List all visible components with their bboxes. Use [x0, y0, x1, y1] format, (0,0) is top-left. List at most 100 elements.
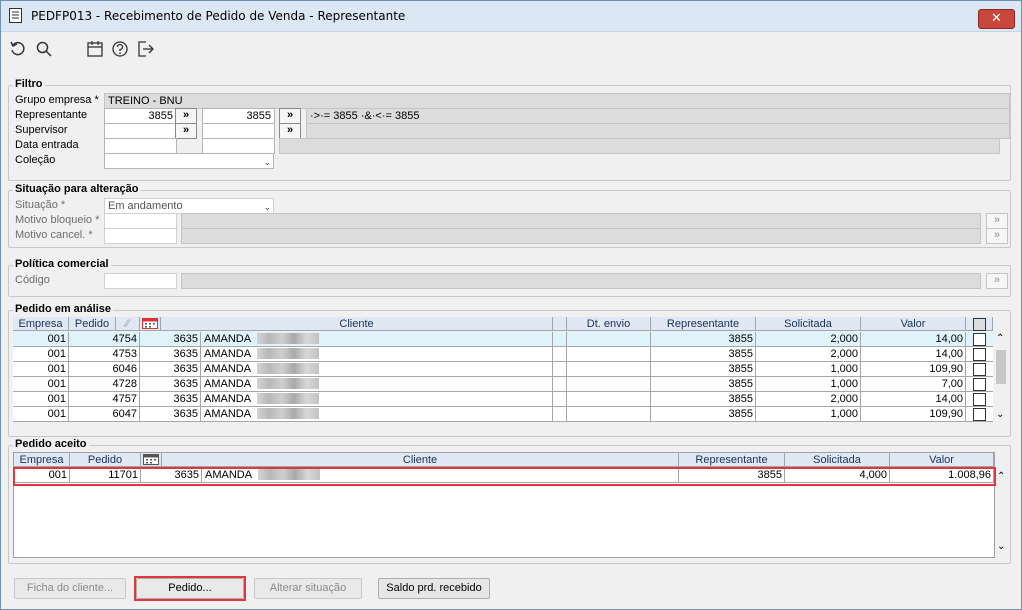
redacted-text	[257, 333, 320, 344]
row-select-cell[interactable]	[966, 362, 993, 377]
row-representante: 3855	[651, 347, 756, 362]
highlighted-row-outline	[13, 467, 996, 486]
help-icon[interactable]	[111, 40, 129, 58]
col-empresa[interactable]: Empresa	[13, 317, 69, 331]
row-scroll-cell	[553, 332, 567, 347]
refresh-icon[interactable]	[9, 40, 27, 58]
row-valor: 109,90	[861, 407, 966, 422]
row-cliente-nome: AMANDA	[201, 362, 553, 377]
exit-icon[interactable]	[137, 40, 155, 58]
row-cliente-codigo: 3635	[140, 332, 201, 347]
data-entrada-to-input[interactable]	[202, 138, 275, 154]
select-all-checkbox[interactable]	[973, 318, 986, 331]
col-dt-envio[interactable]: Dt. envio	[567, 317, 651, 331]
col-calendar[interactable]	[140, 317, 161, 331]
scroll-thumb[interactable]	[996, 350, 1006, 384]
row-cliente-codigo: 3635	[140, 407, 201, 422]
chevron-down-icon: ⌄	[263, 157, 271, 167]
row-select-cell[interactable]	[966, 332, 993, 347]
col-solicitada[interactable]: Solicitada	[785, 453, 890, 467]
row-select-cell[interactable]	[966, 407, 993, 422]
window-title: PEDFP013 - Recebimento de Pedido de Vend…	[31, 9, 406, 23]
row-checkbox[interactable]	[973, 378, 986, 391]
supervisor-from-input[interactable]	[104, 123, 177, 139]
row-solicitada: 2,000	[756, 392, 861, 407]
row-select-cell[interactable]	[966, 392, 993, 407]
ficha-cliente-button[interactable]: Ficha do cliente...	[14, 578, 126, 599]
cliente-nome-text: AMANDA	[204, 363, 252, 375]
col-representante[interactable]: Representante	[651, 317, 756, 331]
row-empresa: 001	[13, 347, 69, 362]
supervisor-to-input[interactable]	[202, 123, 275, 139]
alterar-situacao-button[interactable]: Alterar situação	[254, 578, 362, 599]
representante-to-picker[interactable]: »	[279, 108, 301, 124]
supervisor-to-picker[interactable]: »	[279, 123, 301, 139]
representante-expression: ·>·= 3855 ·&·<·= 3855	[306, 108, 1010, 124]
grupo-empresa-field: TREINO - BNU	[104, 93, 1010, 109]
document-icon	[9, 8, 22, 23]
motivo-cancel-input	[104, 228, 177, 244]
row-checkbox[interactable]	[973, 393, 986, 406]
col-empresa[interactable]: Empresa	[14, 453, 70, 467]
supervisor-from-picker[interactable]: »	[175, 123, 197, 139]
col-valor[interactable]: Valor	[861, 317, 966, 331]
data-entrada-label: Data entrada	[15, 139, 79, 151]
row-solicitada: 2,000	[756, 347, 861, 362]
representante-from-input[interactable]: 3855	[104, 108, 177, 124]
motivo-bloqueio-picker: »	[986, 213, 1008, 229]
row-representante: 3855	[651, 377, 756, 392]
col-cliente[interactable]: Cliente	[161, 317, 553, 331]
representante-to-input[interactable]: 3855	[202, 108, 275, 124]
col-check-spacer	[553, 317, 567, 331]
row-checkbox[interactable]	[973, 348, 986, 361]
row-select-cell[interactable]	[966, 347, 993, 362]
row-checkbox[interactable]	[973, 408, 986, 421]
pedido-analise-scrollbar[interactable]: ⌃ ⌄	[994, 333, 1008, 425]
row-scroll-cell	[553, 347, 567, 362]
colecao-dropdown[interactable]: ⌄	[104, 153, 274, 169]
row-empresa: 001	[13, 392, 69, 407]
pedido-analise-title: Pedido em análise	[13, 303, 113, 315]
row-checkbox[interactable]	[973, 363, 986, 376]
col-representante[interactable]: Representante	[679, 453, 785, 467]
scroll-down-icon[interactable]: ⌄	[996, 409, 1004, 420]
row-checkbox[interactable]	[973, 333, 986, 346]
scroll-down-icon[interactable]: ⌄	[997, 541, 1005, 552]
col-calendar[interactable]	[141, 453, 162, 467]
scroll-up-icon[interactable]: ⌃	[997, 471, 1005, 482]
close-button[interactable]: ✕	[978, 9, 1015, 29]
scroll-up-icon[interactable]: ⌃	[996, 333, 1004, 344]
calendar-icon[interactable]	[86, 40, 104, 58]
row-pedido: 4728	[69, 377, 140, 392]
row-dt-envio	[567, 332, 651, 347]
col-solicitada[interactable]: Solicitada	[756, 317, 861, 331]
col-cliente[interactable]: Cliente	[162, 453, 679, 467]
row-empresa: 001	[13, 362, 69, 377]
row-select-cell[interactable]	[966, 377, 993, 392]
saldo-prd-recebido-button[interactable]: Saldo prd. recebido	[378, 578, 490, 599]
col-pedido[interactable]: Pedido	[70, 453, 141, 467]
pedido-analise-grid: Empresa Pedido ⁄⁄ Cliente Dt. envio Repr…	[13, 317, 1006, 425]
motivo-cancel-picker: »	[986, 228, 1008, 244]
representante-from-picker[interactable]: »	[175, 108, 197, 124]
col-sort-icon[interactable]: ⁄⁄	[116, 317, 140, 331]
col-select-all[interactable]	[966, 317, 993, 331]
grupo-empresa-label: Grupo empresa *	[15, 94, 99, 106]
col-pedido[interactable]: Pedido	[69, 317, 116, 331]
data-entrada-from-input[interactable]	[104, 138, 177, 154]
title-bar: PEDFP013 - Recebimento de Pedido de Vend…	[1, 1, 1021, 32]
row-pedido: 4757	[69, 392, 140, 407]
row-scroll-cell	[553, 407, 567, 422]
row-solicitada: 1,000	[756, 362, 861, 377]
row-pedido: 4754	[69, 332, 140, 347]
motivo-bloqueio-label: Motivo bloqueio *	[15, 214, 100, 226]
row-solicitada: 1,000	[756, 377, 861, 392]
col-valor[interactable]: Valor	[890, 453, 994, 467]
row-pedido: 6046	[69, 362, 140, 377]
search-icon[interactable]	[35, 40, 53, 58]
row-empresa: 001	[13, 377, 69, 392]
codigo-picker: »	[986, 273, 1008, 289]
motivo-cancel-description	[181, 228, 981, 244]
representante-label: Representante	[15, 109, 88, 121]
row-cliente-codigo: 3635	[140, 377, 201, 392]
